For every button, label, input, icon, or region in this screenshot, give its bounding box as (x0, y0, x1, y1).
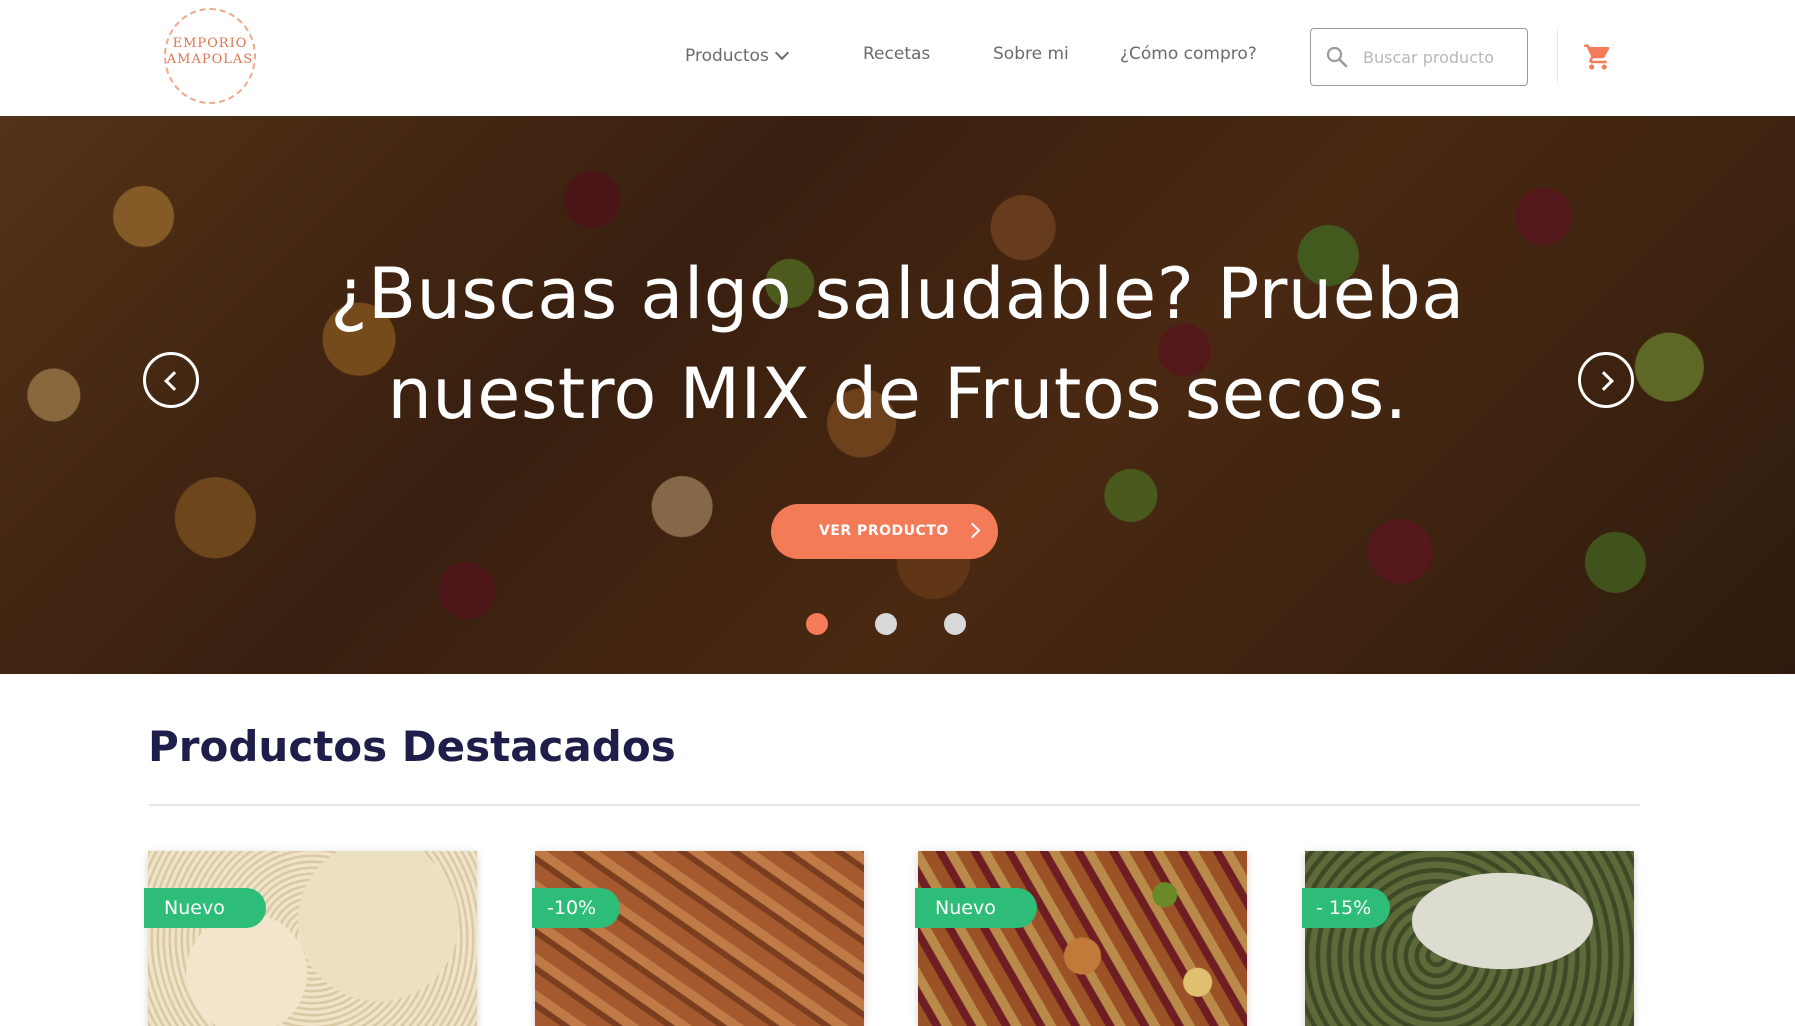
featured-section-title: Productos Destacados (148, 722, 676, 771)
ver-producto-label: VER PRODUCTO (819, 523, 949, 539)
carousel-dot-1-active[interactable] (806, 613, 828, 635)
logo-text: EMPORIO AMAPOLAS (164, 36, 256, 68)
product-card-almonds[interactable] (535, 851, 864, 1026)
hero-title: ¿Buscas algo saludable? Prueba nuestro M… (330, 253, 1465, 435)
product-badge: -10% (532, 888, 620, 928)
product-card-mix[interactable] (918, 851, 1247, 1026)
search-icon[interactable] (1325, 45, 1349, 69)
header-divider (1557, 30, 1558, 82)
nav-productos[interactable]: Productos (685, 44, 789, 68)
section-divider (149, 804, 1640, 806)
carousel-prev-button[interactable] (143, 352, 199, 408)
carousel-dot-3[interactable] (944, 613, 966, 635)
chevron-down-icon (774, 45, 789, 61)
nav-sobre-mi[interactable]: Sobre mi (993, 44, 1069, 68)
chevron-right-icon (964, 522, 981, 539)
logo-line-1: EMPORIO (172, 36, 248, 51)
nav-como-compro[interactable]: ¿Cómo compro? (1120, 44, 1257, 68)
product-badge: - 15% (1302, 888, 1390, 928)
search-input[interactable] (1363, 41, 1523, 73)
nav-productos-label: Productos (685, 46, 769, 66)
ver-producto-button[interactable]: VER PRODUCTO (771, 504, 998, 559)
product-card-quinoa[interactable] (148, 851, 477, 1026)
product-card-pumpkin-seeds[interactable] (1305, 851, 1634, 1026)
carousel-next-button[interactable] (1578, 352, 1634, 408)
cart-icon[interactable] (1583, 42, 1613, 72)
brand-logo[interactable]: EMPORIO AMAPOLAS (164, 8, 256, 104)
logo-line-2: AMAPOLAS (166, 52, 254, 67)
product-badge: Nuevo (915, 888, 1037, 928)
product-badge: Nuevo (144, 888, 266, 928)
site-header: EMPORIO AMAPOLAS Productos Recetas Sobre… (0, 0, 1795, 116)
chevron-left-icon (164, 371, 184, 391)
hero-carousel: ¿Buscas algo saludable? Prueba nuestro M… (0, 116, 1795, 674)
search-box[interactable] (1310, 28, 1528, 86)
nav-recetas[interactable]: Recetas (863, 44, 930, 68)
chevron-right-icon (1594, 371, 1614, 391)
carousel-dot-2[interactable] (875, 613, 897, 635)
